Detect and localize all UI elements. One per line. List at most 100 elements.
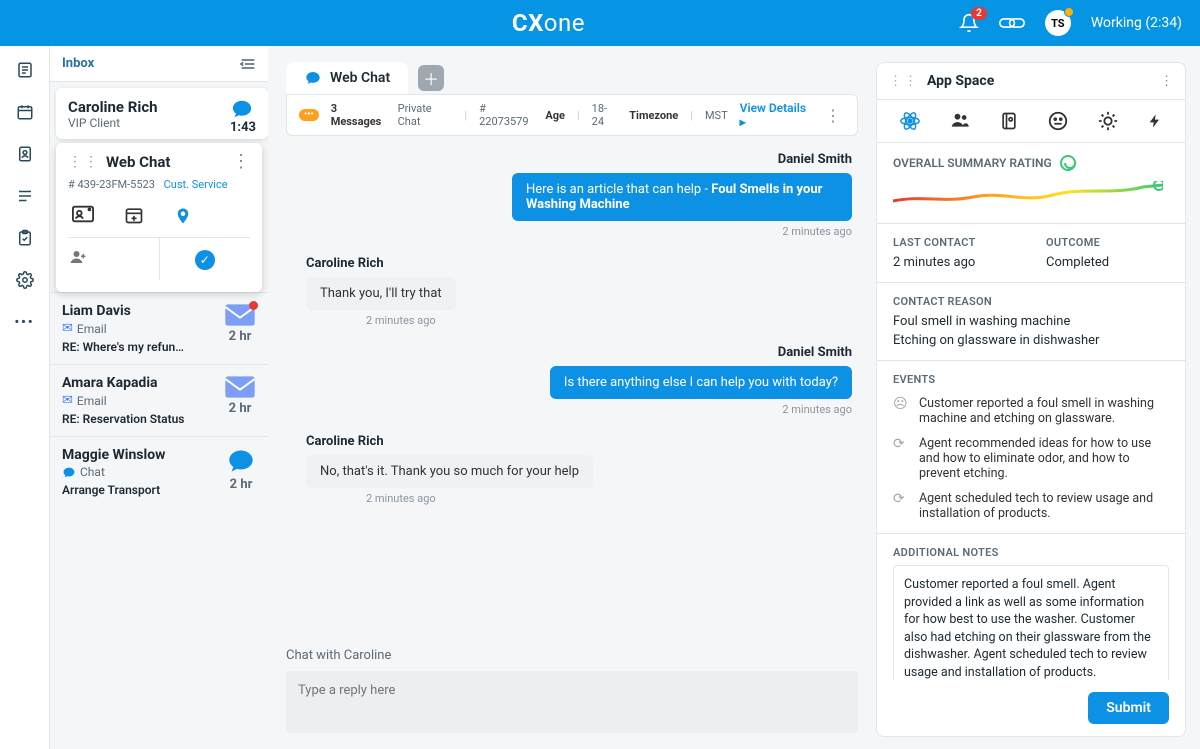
inbox-item-age: 2 hr xyxy=(224,329,256,344)
inbox-item-name: Amara Kapadia xyxy=(62,375,216,391)
webchat-card[interactable]: ⋮⋮ Web Chat ⋮ # 439-23FM-5523 Cust. Serv… xyxy=(56,143,262,292)
panel-more-icon[interactable]: ⋮ xyxy=(1160,74,1173,89)
contact-reason-2: Etching on glassware in dishwasher xyxy=(893,333,1169,348)
chat-footer-hint: Chat with Caroline xyxy=(286,648,858,663)
panel-tab-face-icon[interactable] xyxy=(1047,110,1069,132)
message-sender: Caroline Rich xyxy=(306,256,852,271)
inbox-title: Inbox xyxy=(62,56,94,71)
outcome-label: OUTCOME xyxy=(1046,236,1169,249)
timezone-label: Timezone xyxy=(629,109,678,122)
last-contact-value: 2 minutes ago xyxy=(893,255,1016,270)
location-pin-icon[interactable] xyxy=(174,205,192,227)
inbox-item-type: Email xyxy=(77,322,107,336)
active-contact-name: Caroline Rich xyxy=(68,98,158,116)
panel-title: App Space xyxy=(927,73,994,89)
message-bubble: Thank you, I'll try that xyxy=(306,277,456,310)
drag-handle-icon[interactable]: ⋮⋮ xyxy=(68,154,100,170)
active-contact-tag: VIP Client xyxy=(68,116,158,130)
sentiment-sparkline xyxy=(893,181,1169,211)
reply-input[interactable] xyxy=(286,671,858,733)
add-person-icon[interactable] xyxy=(68,238,160,280)
rail-doc-icon[interactable] xyxy=(15,60,35,80)
rail-clipboard-icon[interactable] xyxy=(15,228,35,248)
subbar-more-icon[interactable]: ⋮ xyxy=(821,106,845,125)
message-timestamp: 2 minutes ago xyxy=(306,314,852,327)
avatar[interactable]: TS xyxy=(1045,10,1071,36)
view-details-link[interactable]: View Details ▸ xyxy=(740,101,809,129)
event-item-1: Customer reported a foul smell in washin… xyxy=(919,396,1169,426)
message-bubble: Is there anything else I can help you wi… xyxy=(550,366,852,399)
panel-drag-handle-icon[interactable]: ⋮⋮ xyxy=(889,74,919,89)
age-label: Age xyxy=(545,109,565,122)
rail-calendar-icon[interactable] xyxy=(15,102,35,122)
calendar-add-icon[interactable] xyxy=(124,205,144,227)
notes-title: ADDITIONAL NOTES xyxy=(893,546,1169,559)
submit-button[interactable]: Submit xyxy=(1088,692,1169,724)
message-timestamp: 2 minutes ago xyxy=(306,403,852,416)
chat-bubble-icon xyxy=(230,98,256,120)
inbox-item[interactable]: Liam Davis✉EmailRE: Where's my refun…2 h… xyxy=(50,292,268,364)
inbox-item-type: Chat xyxy=(80,465,105,479)
message-timestamp: 2 minutes ago xyxy=(306,225,852,238)
inbox-item-age: 2 hr xyxy=(224,401,256,416)
messages-count: 3 Messages xyxy=(331,102,386,128)
inbox-item[interactable]: Maggie WinslowChatArrange Transport2 hr xyxy=(50,436,268,507)
link-icon[interactable] xyxy=(999,15,1025,31)
mail-icon: ✉ xyxy=(62,393,73,408)
status-dot xyxy=(1064,7,1074,17)
last-contact-label: LAST CONTACT xyxy=(893,236,1016,249)
rail-more-icon[interactable]: ••• xyxy=(15,312,35,332)
chat-subbar: ••• 3 Messages Private Chat | # 22073579… xyxy=(286,94,858,136)
panel-tab-flash-icon[interactable] xyxy=(1147,110,1163,132)
inbox-item-subject: Arrange Transport xyxy=(62,483,218,497)
summary-rating-label: OVERALL SUMMARY RATING xyxy=(893,156,1052,170)
webchat-title: Web Chat xyxy=(106,153,170,171)
webchat-more-icon[interactable]: ⋮ xyxy=(232,151,250,172)
tab-webchat[interactable]: Web Chat xyxy=(286,62,408,94)
messages-pill: ••• xyxy=(299,109,319,121)
rail-list-icon[interactable] xyxy=(15,186,35,206)
add-tab-button[interactable]: ＋ xyxy=(418,65,444,91)
message-sender: Daniel Smith xyxy=(306,345,852,360)
inbox-item[interactable]: Amara Kapadia ✉ Email RE: Reservation Statu… xyxy=(50,364,268,436)
inbox-item-age: 2 hr xyxy=(226,477,256,492)
age-value: 18-24 xyxy=(592,102,618,128)
rail-contact-icon[interactable] xyxy=(15,144,35,164)
service-tag: Cust. Service xyxy=(164,178,228,191)
mail-large-icon xyxy=(224,375,256,399)
outcome-value: Completed xyxy=(1046,255,1169,270)
chat-icon xyxy=(62,466,76,479)
event-item-2: Agent recommended ideas for how to use a… xyxy=(919,436,1169,481)
chat-message: Caroline Rich Thank you, I'll try that 2 m… xyxy=(306,256,852,327)
message-sender: Caroline Rich xyxy=(306,434,852,449)
collapse-icon[interactable] xyxy=(240,57,256,71)
chat-stream: Daniel SmithHere is an article that can … xyxy=(286,136,858,642)
case-number: # 439-23FM-5523 xyxy=(68,178,155,191)
chat-message: Daniel SmithHere is an article that can … xyxy=(306,152,852,238)
agent-status[interactable]: Working (2:34) xyxy=(1091,15,1182,31)
app-logo: CXone xyxy=(138,9,959,37)
contact-card-icon[interactable] xyxy=(72,205,94,227)
mail-icon: ✉ xyxy=(62,321,73,336)
chat-message: Caroline Rich No, that's it. Thank you so… xyxy=(306,434,852,505)
bell-badge: 2 xyxy=(971,7,987,20)
events-title: EVENTS xyxy=(893,373,1169,386)
private-chat-label: Private Chat xyxy=(398,102,453,128)
event-report-icon: ☹ xyxy=(893,396,909,426)
panel-tab-people-icon[interactable] xyxy=(949,110,971,132)
inbox-item-subject: RE: Reservation Status xyxy=(62,412,216,426)
message-timestamp: 2 minutes ago xyxy=(306,492,852,505)
inbox-item-subject: RE: Where's my refun… xyxy=(62,340,216,354)
panel-tab-book-icon[interactable] xyxy=(999,110,1019,132)
contact-reason-title: CONTACT REASON xyxy=(893,295,1169,308)
rail-gear-icon[interactable] xyxy=(15,270,35,290)
contact-reason-1: Foul smell in washing machine xyxy=(893,314,1169,329)
article-link[interactable]: Foul Smells in your Washing Machine xyxy=(526,182,822,212)
panel-tab-bulb-icon[interactable] xyxy=(1097,110,1119,132)
panel-tab-atom-icon[interactable] xyxy=(899,110,921,132)
notes-text[interactable]: Customer reported a foul smell. Agent pr… xyxy=(893,565,1169,680)
check-confirm[interactable]: ✓ xyxy=(160,238,251,280)
bell-icon[interactable]: 2 xyxy=(959,13,979,33)
message-bubble: No, that's it. Thank you so much for you… xyxy=(306,455,593,488)
inbox-item-type: Email xyxy=(77,394,107,408)
